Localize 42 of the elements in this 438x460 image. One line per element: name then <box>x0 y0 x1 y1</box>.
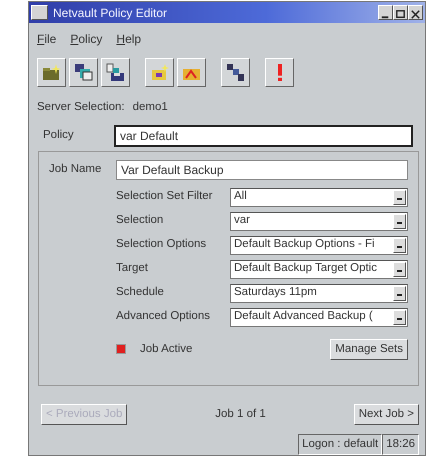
menu-item[interactable]: Help <box>116 30 142 48</box>
job-counter: Job 1 of 1 <box>215 406 266 422</box>
toolbar-button[interactable] <box>221 58 250 88</box>
label: Server Selection: <box>37 100 125 116</box>
toolbar-button[interactable] <box>177 58 206 88</box>
toolbar-button[interactable] <box>101 58 130 88</box>
close-icon[interactable] <box>408 5 423 20</box>
label: Policy <box>42 128 75 143</box>
dropdown[interactable]: Default Backup Target Optic <box>230 260 408 279</box>
dropdown[interactable]: Default Backup Options - Fi <box>230 236 408 255</box>
label: Selection <box>116 213 164 228</box>
policy-field[interactable]: var Default <box>114 124 413 147</box>
menu-item[interactable]: File <box>37 30 56 48</box>
window-title: Netvault Policy Editor <box>53 4 168 22</box>
status-field: Logon : default <box>298 434 382 455</box>
server-name: demo1 <box>132 100 168 116</box>
maximize-icon[interactable] <box>393 5 408 20</box>
dropdown[interactable]: All <box>230 188 408 207</box>
dropdown[interactable]: var <box>230 212 408 231</box>
checkbox-label: Job Active <box>139 342 194 357</box>
job-name-field[interactable]: Var Default Backup <box>116 160 408 180</box>
dropdown[interactable]: Default Advanced Backup ( <box>230 308 408 327</box>
status-field: 18:26 <box>382 434 419 455</box>
dropdown[interactable]: Saturdays 11pm <box>230 284 408 303</box>
label: Selection Options <box>116 237 208 252</box>
minimize-icon[interactable] <box>378 5 393 20</box>
manage-sets-button[interactable]: Manage Sets <box>330 338 408 360</box>
windows-icon <box>73 62 94 84</box>
toolbar-button[interactable] <box>37 58 66 88</box>
label: Selection Set Filter <box>116 189 214 204</box>
checkbox[interactable] <box>116 344 126 354</box>
toolbar-button[interactable] <box>145 58 174 88</box>
next-job-button[interactable]: Next Job > <box>354 404 419 425</box>
toolbar-button[interactable] <box>69 58 98 88</box>
exclamation-icon <box>278 64 282 82</box>
toolbar-button[interactable] <box>265 58 294 88</box>
label: Advanced Options <box>116 309 211 324</box>
label: Target <box>116 261 149 276</box>
label: Job Name <box>49 162 102 177</box>
menu-item[interactable]: Policy <box>70 30 102 48</box>
window-menu-icon[interactable] <box>31 5 48 20</box>
label: Schedule <box>116 285 165 300</box>
